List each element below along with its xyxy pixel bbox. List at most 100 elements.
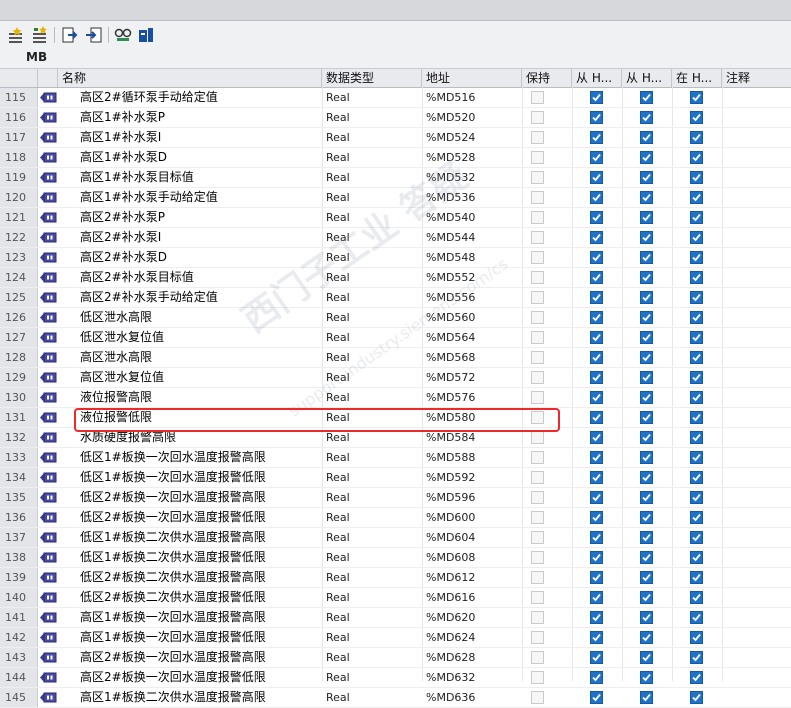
tag-name[interactable]: 高区1#板换一次回水温度报警低限 — [80, 628, 266, 647]
tag-address[interactable]: %MD560 — [426, 308, 475, 327]
row-number[interactable]: 141 — [0, 608, 38, 627]
insert-row-icon[interactable] — [6, 25, 26, 45]
from-hmi-checkbox[interactable] — [590, 131, 603, 144]
from-hmi-checkbox[interactable] — [590, 351, 603, 364]
tag-name[interactable]: 低区1#板换一次回水温度报警低限 — [80, 468, 266, 487]
row-number[interactable]: 136 — [0, 508, 38, 527]
tag-address[interactable]: %MD616 — [426, 588, 475, 607]
from-hmi-checkbox[interactable] — [590, 491, 603, 504]
tag-datatype[interactable]: Real — [326, 348, 350, 367]
header-retain[interactable]: 保持 — [522, 69, 572, 87]
table-row[interactable]: 140 低区2#板换二次供水温度报警低限 Real %MD616 — [0, 588, 791, 608]
tag-address[interactable]: %MD520 — [426, 108, 475, 127]
table-row[interactable]: 143 高区2#板换一次回水温度报警高限 Real %MD628 — [0, 648, 791, 668]
retain-checkbox[interactable] — [531, 251, 544, 264]
tag-datatype[interactable]: Real — [326, 148, 350, 167]
from-hmi-writable-checkbox[interactable] — [640, 671, 653, 684]
from-hmi-checkbox[interactable] — [590, 111, 603, 124]
tag-address[interactable]: %MD592 — [426, 468, 475, 487]
tag-name[interactable]: 高区2#补水泵P — [80, 208, 165, 227]
retain-checkbox[interactable] — [531, 471, 544, 484]
from-hmi-checkbox[interactable] — [590, 611, 603, 624]
table-row[interactable]: 120 高区1#补水泵手动给定值 Real %MD536 — [0, 188, 791, 208]
tag-datatype[interactable]: Real — [326, 108, 350, 127]
table-row[interactable]: 121 高区2#补水泵P Real %MD540 — [0, 208, 791, 228]
table-row[interactable]: 117 高区1#补水泵I Real %MD524 — [0, 128, 791, 148]
tag-address[interactable]: %MD588 — [426, 448, 475, 467]
retain-checkbox[interactable] — [531, 231, 544, 244]
tag-datatype[interactable]: Real — [326, 188, 350, 207]
from-hmi-writable-checkbox[interactable] — [640, 391, 653, 404]
in-hmi-checkbox[interactable] — [690, 111, 703, 124]
retain-checkbox[interactable] — [531, 611, 544, 624]
tag-address[interactable]: %MD524 — [426, 128, 475, 147]
row-number[interactable]: 126 — [0, 308, 38, 327]
add-row-icon[interactable] — [30, 25, 50, 45]
tag-datatype[interactable]: Real — [326, 688, 350, 707]
import-icon[interactable] — [84, 25, 104, 45]
tag-name[interactable]: 低区2#板换二次供水温度报警高限 — [80, 568, 266, 587]
from-hmi-writable-checkbox[interactable] — [640, 371, 653, 384]
row-number[interactable]: 139 — [0, 568, 38, 587]
row-number[interactable]: 132 — [0, 428, 38, 447]
from-hmi-writable-checkbox[interactable] — [640, 151, 653, 164]
from-hmi-writable-checkbox[interactable] — [640, 651, 653, 664]
table-row[interactable]: 139 低区2#板换二次供水温度报警高限 Real %MD612 — [0, 568, 791, 588]
tag-address[interactable]: %MD624 — [426, 628, 475, 647]
table-row[interactable]: 129 高区泄水复位值 Real %MD572 — [0, 368, 791, 388]
retain-checkbox[interactable] — [531, 491, 544, 504]
table-row[interactable]: 123 高区2#补水泵D Real %MD548 — [0, 248, 791, 268]
from-hmi-writable-checkbox[interactable] — [640, 191, 653, 204]
from-hmi-checkbox[interactable] — [590, 651, 603, 664]
tag-name[interactable]: 液位报警高限 — [80, 388, 152, 407]
header-name[interactable]: 名称 — [58, 69, 322, 87]
tag-datatype[interactable]: Real — [326, 588, 350, 607]
tag-name[interactable]: 高区泄水高限 — [80, 348, 152, 367]
tag-address[interactable]: %MD600 — [426, 508, 475, 527]
header-from-hmi-1[interactable]: 从 H... — [572, 69, 622, 87]
table-row[interactable]: 128 高区泄水高限 Real %MD568 — [0, 348, 791, 368]
retain-checkbox[interactable] — [531, 451, 544, 464]
tag-address[interactable]: %MD576 — [426, 388, 475, 407]
in-hmi-checkbox[interactable] — [690, 191, 703, 204]
tag-name[interactable]: 低区泄水高限 — [80, 308, 152, 327]
row-number[interactable]: 130 — [0, 388, 38, 407]
table-row[interactable]: 145 高区1#板换二次供水温度报警高限 Real %MD636 — [0, 688, 791, 708]
tag-name[interactable]: 高区2#板换一次回水温度报警高限 — [80, 648, 266, 667]
tag-address[interactable]: %MD540 — [426, 208, 475, 227]
tag-datatype[interactable]: Real — [326, 608, 350, 627]
table-row[interactable]: 136 低区2#板换一次回水温度报警低限 Real %MD600 — [0, 508, 791, 528]
tag-datatype[interactable]: Real — [326, 468, 350, 487]
table-row[interactable]: 138 低区1#板换二次供水温度报警低限 Real %MD608 — [0, 548, 791, 568]
in-hmi-checkbox[interactable] — [690, 411, 703, 424]
tag-name[interactable]: 高区1#补水泵I — [80, 128, 161, 147]
row-number[interactable]: 133 — [0, 448, 38, 467]
from-hmi-writable-checkbox[interactable] — [640, 171, 653, 184]
tab-mb[interactable]: MB — [26, 50, 47, 64]
table-row[interactable]: 119 高区1#补水泵目标值 Real %MD532 — [0, 168, 791, 188]
retain-checkbox[interactable] — [531, 271, 544, 284]
retain-checkbox[interactable] — [531, 171, 544, 184]
retain-checkbox[interactable] — [531, 691, 544, 704]
tag-datatype[interactable]: Real — [326, 568, 350, 587]
tag-address[interactable]: %MD628 — [426, 648, 475, 667]
tag-name[interactable]: 低区2#板换一次回水温度报警低限 — [80, 508, 266, 527]
in-hmi-checkbox[interactable] — [690, 531, 703, 544]
from-hmi-checkbox[interactable] — [590, 571, 603, 584]
table-row[interactable]: 135 低区2#板换一次回水温度报警高限 Real %MD596 — [0, 488, 791, 508]
row-number[interactable]: 129 — [0, 368, 38, 387]
from-hmi-writable-checkbox[interactable] — [640, 351, 653, 364]
from-hmi-checkbox[interactable] — [590, 191, 603, 204]
table-row[interactable]: 133 低区1#板换一次回水温度报警高限 Real %MD588 — [0, 448, 791, 468]
row-number[interactable]: 122 — [0, 228, 38, 247]
row-number[interactable]: 115 — [0, 88, 38, 107]
from-hmi-writable-checkbox[interactable] — [640, 311, 653, 324]
tag-datatype[interactable]: Real — [326, 168, 350, 187]
in-hmi-checkbox[interactable] — [690, 511, 703, 524]
table-row[interactable]: 137 低区1#板换二次供水温度报警高限 Real %MD604 — [0, 528, 791, 548]
retain-checkbox[interactable] — [531, 671, 544, 684]
from-hmi-writable-checkbox[interactable] — [640, 251, 653, 264]
table-row[interactable]: 142 高区1#板换一次回水温度报警低限 Real %MD624 — [0, 628, 791, 648]
in-hmi-checkbox[interactable] — [690, 271, 703, 284]
tag-datatype[interactable]: Real — [326, 308, 350, 327]
